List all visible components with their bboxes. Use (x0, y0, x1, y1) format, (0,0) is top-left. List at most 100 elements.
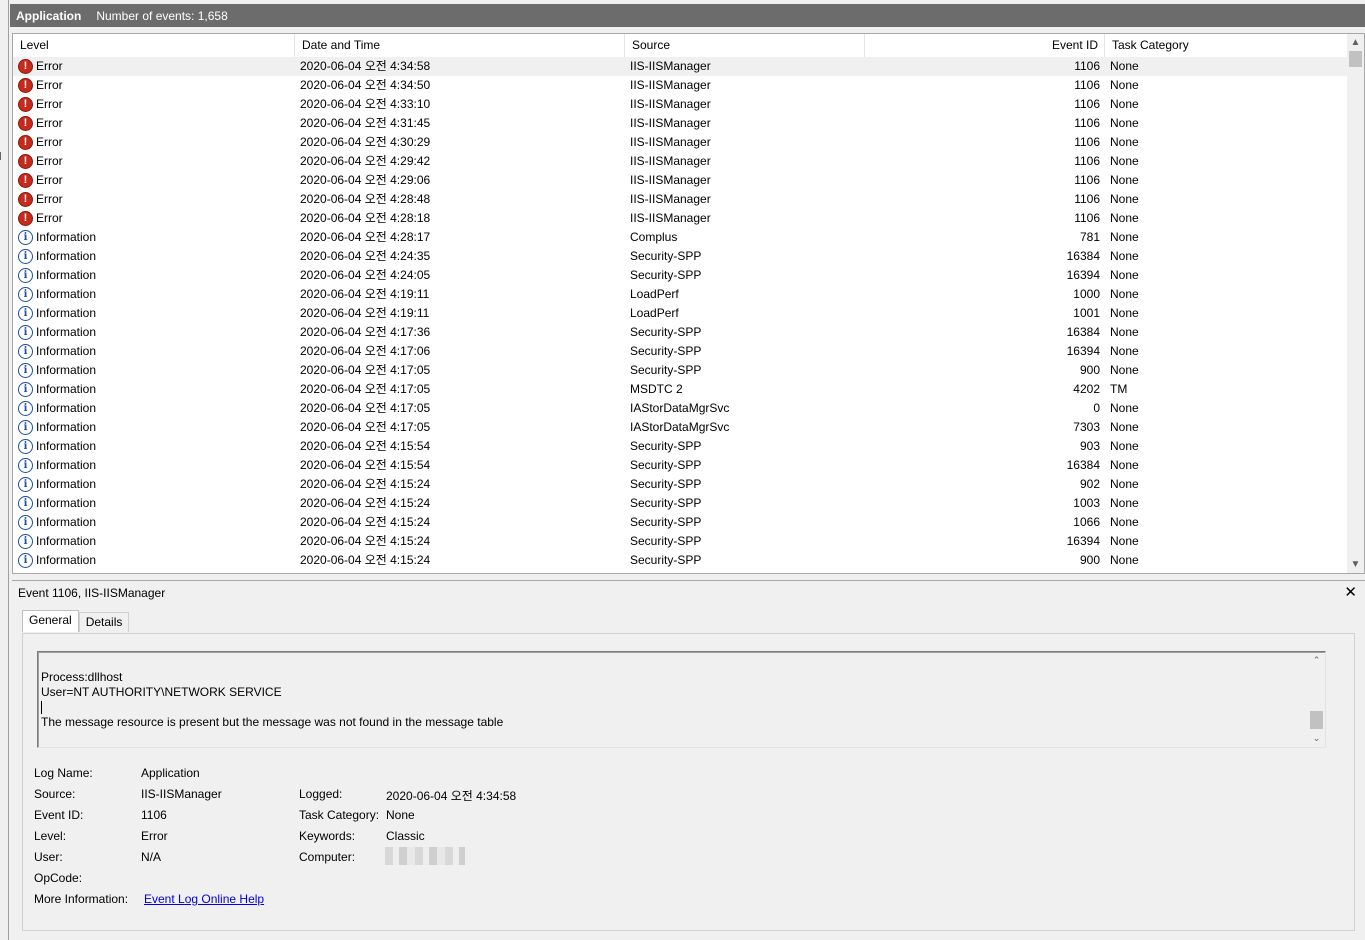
info-icon: i (18, 477, 33, 492)
table-row[interactable]: i Information 2020-06-04 오전 4:24:05 Securit… (13, 266, 1347, 285)
cell-date-time: 2020-06-04 오전 4:29:06 (300, 173, 431, 187)
error-icon: ! (18, 97, 33, 112)
label-event-id: Event ID: (34, 808, 84, 822)
cell-source: IIS-IISManager (630, 192, 711, 206)
cell-task-category: None (1110, 420, 1139, 434)
label-keywords: Keywords: (299, 829, 356, 843)
table-row[interactable]: ! Error 2020-06-04 오전 4:34:58 IIS-IISManage… (13, 57, 1347, 76)
table-row[interactable]: i Information 2020-06-04 오전 4:17:05 MSDTC 2… (13, 380, 1347, 399)
cell-source: Security-SPP (630, 515, 702, 529)
cell-level: ! Error (13, 57, 295, 76)
tab-details[interactable]: Details (78, 612, 130, 632)
cell-task-category: None (1110, 496, 1139, 510)
table-row[interactable]: ! Error 2020-06-04 오전 4:31:45 IIS-IISManage… (13, 114, 1347, 133)
scroll-down-icon[interactable]: ▼ (1347, 556, 1364, 573)
message-scroll-up-icon[interactable]: ⌃ (1308, 652, 1325, 669)
table-row[interactable]: i Information 2020-06-04 오전 4:15:24 Securit… (13, 513, 1347, 532)
event-log-online-help-link[interactable]: Event Log Online Help (144, 892, 264, 906)
table-row[interactable]: i Information 2020-06-04 오전 4:17:05 IAStorD… (13, 399, 1347, 418)
cell-event-id: 781 (1079, 230, 1100, 244)
message-line-user: User=NT AUTHORITY\NETWORK SERVICE (41, 685, 282, 699)
cell-event-id: 903 (1079, 439, 1100, 453)
tab-general[interactable]: General (22, 610, 79, 632)
cell-task-category: None (1110, 211, 1139, 225)
table-row[interactable]: i Information 2020-06-04 오전 4:15:54 Securit… (13, 456, 1347, 475)
events-list[interactable]: Level Date and Time Source Event ID Task… (12, 33, 1365, 574)
cell-source: IIS-IISManager (630, 116, 711, 130)
cell-date-time: 2020-06-04 오전 4:29:42 (300, 154, 431, 168)
cell-event-id: 1106 (1074, 211, 1100, 225)
cell-source: Security-SPP (630, 363, 702, 377)
table-row[interactable]: i Information 2020-06-04 오전 4:15:24 Securit… (13, 551, 1347, 570)
error-icon: ! (18, 78, 33, 93)
cell-source: Security-SPP (630, 458, 702, 472)
table-row[interactable]: ! Error 2020-06-04 오전 4:29:06 IIS-IISManage… (13, 171, 1347, 190)
table-row[interactable]: ! Error 2020-06-04 오전 4:28:18 IIS-IISManage… (13, 209, 1347, 228)
cell-event-id: 1106 (1074, 116, 1100, 130)
column-header-event-id[interactable]: Event ID (865, 34, 1105, 57)
events-scrollbar[interactable]: ▲ ▼ (1347, 34, 1364, 573)
column-header-source[interactable]: Source (625, 34, 865, 57)
table-row[interactable]: i Information 2020-06-04 오전 4:15:24 Securit… (13, 475, 1347, 494)
scroll-thumb[interactable] (1349, 51, 1362, 67)
label-user: User: (34, 850, 63, 864)
table-row[interactable]: i Information 2020-06-04 오전 4:24:35 Securit… (13, 247, 1347, 266)
cell-date-time: 2020-06-04 오전 4:15:24 (300, 553, 431, 567)
cell-date-time: 2020-06-04 오전 4:19:11 (300, 306, 430, 320)
table-row[interactable]: ! Error 2020-06-04 오전 4:33:10 IIS-IISManage… (13, 95, 1347, 114)
table-row[interactable]: ! Error 2020-06-04 오전 4:29:42 IIS-IISManage… (13, 152, 1347, 171)
message-scroll-thumb[interactable] (1310, 711, 1323, 729)
cell-date-time: 2020-06-04 오전 4:28:18 (300, 211, 431, 225)
panel-edge-marker (0, 152, 5, 160)
cell-date-time: 2020-06-04 오전 4:31:45 (300, 116, 431, 130)
cell-source: Security-SPP (630, 268, 702, 282)
table-row[interactable]: i Information 2020-06-04 오전 4:15:54 Securit… (13, 437, 1347, 456)
level-text: Error (36, 192, 63, 206)
cell-event-id: 0 (1093, 401, 1100, 415)
message-scroll-down-icon[interactable]: ⌄ (1308, 730, 1325, 747)
error-icon: ! (18, 116, 33, 131)
table-row[interactable]: i Information 2020-06-04 오전 4:15:24 Securit… (13, 494, 1347, 513)
table-row[interactable]: i Information 2020-06-04 오전 4:19:11 LoadPer… (13, 285, 1347, 304)
cell-source: Security-SPP (630, 477, 702, 491)
table-row[interactable]: ! Error 2020-06-04 오전 4:30:29 IIS-IISManage… (13, 133, 1347, 152)
cell-level: ! Error (13, 209, 295, 228)
column-header-task-category[interactable]: Task Category (1105, 34, 1347, 57)
table-row[interactable]: i Information 2020-06-04 오전 4:28:17 Complus… (13, 228, 1347, 247)
table-row[interactable]: i Information 2020-06-04 오전 4:19:11 LoadPer… (13, 304, 1347, 323)
column-header-date[interactable]: Date and Time (295, 34, 625, 57)
cell-task-category: None (1110, 363, 1139, 377)
message-scrollbar[interactable]: ⌃ ⌄ (1308, 652, 1325, 747)
scroll-up-icon[interactable]: ▲ (1347, 34, 1364, 51)
cell-date-time: 2020-06-04 오전 4:17:05 (300, 382, 431, 396)
cell-event-id: 4202 (1073, 382, 1100, 396)
cell-level: i Information (13, 475, 295, 494)
cell-date-time: 2020-06-04 오전 4:17:06 (300, 344, 431, 358)
table-row[interactable]: i Information 2020-06-04 오전 4:15:24 Securit… (13, 532, 1347, 551)
cell-task-category: None (1110, 230, 1139, 244)
event-message-text: Process:dllhost User=NT AUTHORITY\NETWOR… (41, 670, 503, 730)
error-icon: ! (18, 154, 33, 169)
value-keywords: Classic (386, 829, 425, 843)
label-opcode: OpCode: (34, 871, 83, 885)
table-row[interactable]: i Information 2020-06-04 오전 4:17:36 Securit… (13, 323, 1347, 342)
table-row[interactable]: ! Error 2020-06-04 오전 4:28:48 IIS-IISManage… (13, 190, 1347, 209)
table-row[interactable]: i Information 2020-06-04 오전 4:17:05 IAStorD… (13, 418, 1347, 437)
info-icon: i (18, 230, 33, 245)
value-log-name: Application (141, 766, 200, 780)
info-icon: i (18, 458, 33, 473)
level-text: Information (36, 268, 97, 282)
cell-source: MSDTC 2 (630, 382, 683, 396)
column-header-level[interactable]: Level (13, 34, 295, 57)
table-row[interactable]: ! Error 2020-06-04 오전 4:34:50 IIS-IISManage… (13, 76, 1347, 95)
table-row[interactable]: i Information 2020-06-04 오전 4:17:05 Securit… (13, 361, 1347, 380)
event-message-box[interactable]: Process:dllhost User=NT AUTHORITY\NETWOR… (37, 651, 1326, 748)
events-rows: ! Error 2020-06-04 오전 4:34:58 IIS-IISManage… (13, 57, 1347, 570)
cell-level: i Information (13, 285, 295, 304)
cell-event-id: 16384 (1066, 325, 1100, 339)
value-user: N/A (141, 850, 162, 864)
table-row[interactable]: i Information 2020-06-04 오전 4:17:06 Securit… (13, 342, 1347, 361)
cell-level: ! Error (13, 190, 295, 209)
close-icon[interactable]: ✕ (1344, 583, 1357, 601)
cell-task-category: None (1110, 192, 1139, 206)
